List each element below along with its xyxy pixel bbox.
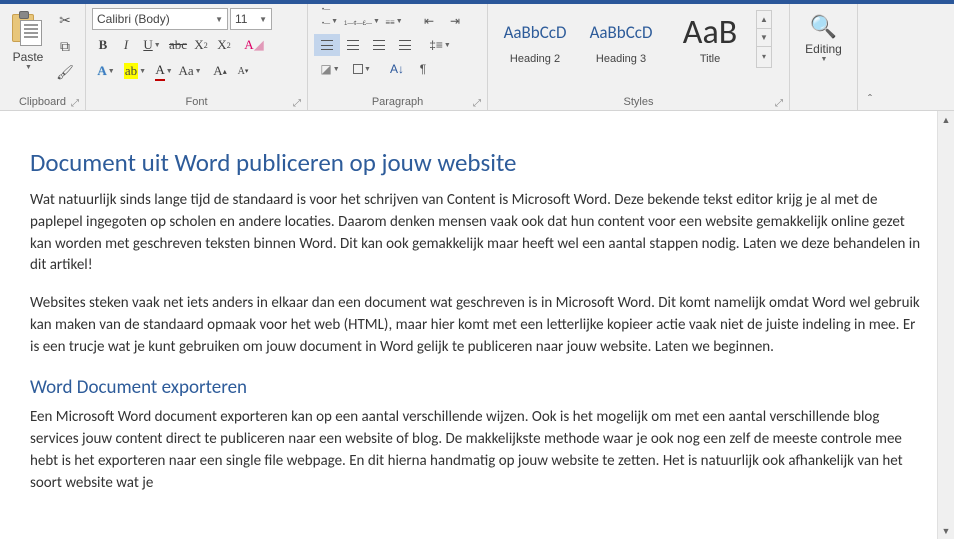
grow-font-button[interactable]: A▴ bbox=[209, 60, 231, 82]
bullets-button[interactable]: ▼ bbox=[314, 10, 346, 32]
paste-label: Paste bbox=[13, 50, 44, 64]
superscript-button[interactable]: X2 bbox=[213, 34, 235, 56]
group-label-editing bbox=[790, 93, 857, 111]
document-area: Document uit Word publiceren op jouw web… bbox=[0, 111, 954, 539]
style-gallery-scroll: ▲ ▼ ▾ bbox=[756, 10, 772, 68]
font-size-value: 11 bbox=[235, 12, 247, 26]
chevron-down-icon: ▼ bbox=[25, 64, 32, 71]
style-scroll-down[interactable]: ▼ bbox=[757, 29, 771, 47]
group-label-clipboard: Clipboard ⤢ bbox=[0, 93, 85, 111]
sort-button[interactable]: A↓ bbox=[384, 58, 410, 80]
numbering-button[interactable]: ▼ bbox=[346, 10, 378, 32]
justify-button[interactable] bbox=[392, 34, 418, 56]
styles-label-text: Styles bbox=[624, 96, 654, 108]
style-preview: AaBbCcD bbox=[501, 13, 569, 51]
subscript-button[interactable]: X2 bbox=[190, 34, 212, 56]
style-name: Heading 3 bbox=[583, 53, 659, 65]
style-title[interactable]: AaB Title bbox=[666, 10, 754, 68]
font-name-combo[interactable]: Calibri (Body) ▼ bbox=[92, 8, 228, 30]
clipboard-label-text: Clipboard bbox=[19, 96, 66, 108]
group-paragraph: ▼ ▼ ▼ ⇤ ⇥ ‡≡▼ ◪▼ ▼ A↓ ¶ bbox=[308, 4, 488, 111]
paste-icon bbox=[12, 10, 44, 46]
increase-indent-button[interactable]: ⇥ bbox=[442, 10, 468, 32]
style-scroll-up[interactable]: ▲ bbox=[757, 11, 771, 29]
copy-button[interactable]: ⧉ bbox=[54, 36, 76, 56]
doc-paragraph: Websites steken vaak net iets anders in … bbox=[30, 293, 924, 358]
style-gallery: AaBbCcD Heading 2 AaBbCcD Heading 3 AaB … bbox=[494, 10, 772, 68]
editing-button[interactable]: 🔍 Editing ▼ bbox=[796, 14, 851, 63]
paragraph-launcher[interactable]: ⤢ bbox=[471, 97, 483, 109]
underline-button[interactable]: U▼ bbox=[138, 34, 166, 56]
paste-button[interactable]: Paste ▼ bbox=[6, 8, 50, 71]
scroll-down-button[interactable]: ▼ bbox=[938, 522, 954, 539]
font-launcher[interactable]: ⤢ bbox=[291, 97, 303, 109]
doc-heading-1: Document uit Word publiceren op jouw web… bbox=[30, 147, 924, 178]
doc-paragraph: Een Microsoft Word document exporteren k… bbox=[30, 407, 924, 494]
group-clipboard: Paste ▼ ✂ ⧉ 🖌 Clipboard ⤢ bbox=[0, 4, 86, 111]
text-effects-button[interactable]: A▼ bbox=[92, 60, 120, 82]
style-preview: AaB bbox=[673, 13, 747, 51]
group-font: Calibri (Body) ▼ 11 ▼ B I U▼ abc X2 X2 A… bbox=[86, 4, 308, 111]
shading-button[interactable]: ◪▼ bbox=[314, 58, 346, 80]
group-styles: AaBbCcD Heading 2 AaBbCcD Heading 3 AaB … bbox=[488, 4, 790, 111]
strikethrough-button[interactable]: abc bbox=[167, 34, 189, 56]
font-color-button[interactable]: A▼ bbox=[150, 60, 178, 82]
group-editing: 🔍 Editing ▼ bbox=[790, 4, 858, 111]
font-name-value: Calibri (Body) bbox=[97, 12, 170, 26]
style-name: Heading 2 bbox=[501, 53, 569, 65]
group-label-font: Font ⤢ bbox=[86, 93, 307, 111]
change-case-button[interactable]: Aa▼ bbox=[179, 60, 201, 82]
highlight-button[interactable]: ab▼ bbox=[121, 60, 149, 82]
ribbon: Paste ▼ ✂ ⧉ 🖌 Clipboard ⤢ Calibri (Body)… bbox=[0, 0, 954, 111]
style-gallery-expand[interactable]: ▾ bbox=[757, 47, 771, 65]
doc-heading-2: Word Document exporteren bbox=[30, 376, 924, 399]
bold-button[interactable]: B bbox=[92, 34, 114, 56]
align-center-button[interactable] bbox=[340, 34, 366, 56]
group-label-paragraph: Paragraph ⤢ bbox=[308, 93, 487, 111]
paragraph-label-text: Paragraph bbox=[372, 96, 423, 108]
multilevel-button[interactable]: ▼ bbox=[378, 10, 410, 32]
document-body[interactable]: Document uit Word publiceren op jouw web… bbox=[0, 111, 954, 494]
shrink-font-button[interactable]: A▾ bbox=[232, 60, 254, 82]
format-painter-button[interactable]: 🖌 bbox=[54, 62, 76, 82]
chevron-down-icon: ▼ bbox=[215, 15, 223, 24]
font-label-text: Font bbox=[185, 96, 207, 108]
style-name: Title bbox=[673, 53, 747, 65]
italic-button[interactable]: I bbox=[115, 34, 137, 56]
editing-label: Editing bbox=[805, 42, 842, 56]
style-heading-3[interactable]: AaBbCcD Heading 3 bbox=[576, 10, 666, 68]
font-size-combo[interactable]: 11 ▼ bbox=[230, 8, 272, 30]
clear-formatting-button[interactable]: A◢ bbox=[243, 34, 265, 56]
style-heading-2[interactable]: AaBbCcD Heading 2 bbox=[494, 10, 576, 68]
doc-paragraph: Wat natuurlijk sinds lange tijd de stand… bbox=[30, 190, 924, 277]
group-label-styles: Styles ⤢ bbox=[488, 93, 789, 111]
cut-button[interactable]: ✂ bbox=[54, 10, 76, 30]
decrease-indent-button[interactable]: ⇤ bbox=[416, 10, 442, 32]
line-spacing-button[interactable]: ‡≡▼ bbox=[424, 34, 456, 56]
align-left-button[interactable] bbox=[314, 34, 340, 56]
search-icon: 🔍 bbox=[810, 14, 837, 40]
scroll-up-button[interactable]: ▲ bbox=[938, 111, 954, 128]
align-right-button[interactable] bbox=[366, 34, 392, 56]
borders-button[interactable]: ▼ bbox=[346, 58, 378, 80]
chevron-down-icon: ▼ bbox=[259, 15, 267, 24]
show-hide-button[interactable]: ¶ bbox=[410, 58, 436, 80]
chevron-down-icon: ▼ bbox=[821, 56, 828, 63]
styles-launcher[interactable]: ⤢ bbox=[773, 97, 785, 109]
style-preview: AaBbCcD bbox=[583, 13, 659, 51]
clipboard-launcher[interactable]: ⤢ bbox=[69, 97, 81, 109]
collapse-ribbon-button[interactable]: ˆ bbox=[858, 4, 882, 110]
vertical-scrollbar[interactable]: ▲ ▼ bbox=[937, 111, 954, 539]
